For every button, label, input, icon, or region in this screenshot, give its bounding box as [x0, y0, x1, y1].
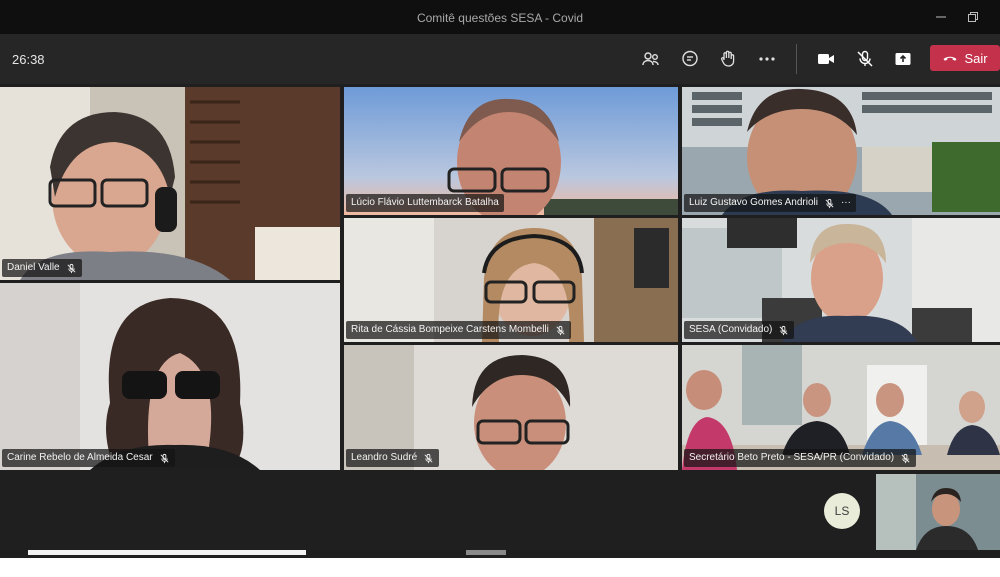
meeting-timer: 26:38 [12, 52, 45, 67]
mic-muted-icon [779, 325, 788, 335]
leave-label: Sair [964, 50, 988, 66]
meeting-toolbar: 26:38 [0, 34, 1000, 84]
participant-label: Leandro Sudré [346, 449, 440, 467]
participant-name: Secretário Beto Preto - SESA/PR (Convida… [689, 452, 895, 463]
raise-hand-icon[interactable] [714, 46, 742, 72]
leave-button[interactable]: Sair [930, 45, 1000, 71]
participant-name: Rita de Cássia Bompeixe Carstens Mombell… [351, 324, 549, 335]
participant-label: SESA (Convidado) [684, 321, 795, 339]
video-feed [0, 87, 340, 280]
mic-muted-icon [556, 325, 565, 335]
meeting-window: Comitê questões SESA - Covid 26:38 Sair … [0, 0, 1000, 558]
title-bar: Comitê questões SESA - Covid [0, 0, 1000, 34]
avatar[interactable]: LS [824, 493, 860, 529]
tile-more-icon[interactable]: ··· [841, 194, 851, 212]
participant-label: Secretário Beto Preto - SESA/PR (Convida… [684, 449, 917, 467]
mic-muted-icon [160, 453, 169, 463]
participant-name: Carine Rebelo de Almeida Cesar [7, 452, 153, 463]
participant-name: Leandro Sudré [351, 452, 418, 463]
video-tile[interactable]: Secretário Beto Preto - SESA/PR (Convida… [682, 345, 1000, 470]
video-tile[interactable]: Daniel Valle [0, 87, 340, 280]
participant-name: SESA (Convidado) [689, 324, 773, 335]
toolbar-divider [796, 44, 797, 74]
scrollbar-thumb[interactable] [466, 550, 506, 555]
more-icon[interactable] [753, 46, 781, 72]
video-tile[interactable]: Lúcio Flávio Luttembarck Batalha [344, 87, 678, 215]
mic-muted-icon [901, 453, 910, 463]
share-icon[interactable] [889, 46, 917, 72]
minimize-icon[interactable] [928, 8, 954, 28]
video-tile[interactable]: Luiz Gustavo Gomes Andrioli ··· [682, 87, 1000, 215]
mic-muted-icon [825, 198, 834, 208]
participant-label: Rita de Cássia Bompeixe Carstens Mombell… [346, 321, 571, 339]
mic-muted-icon [67, 263, 76, 273]
camera-icon[interactable] [812, 46, 840, 72]
restore-icon[interactable] [960, 8, 986, 28]
horizontal-scrollbar[interactable] [28, 550, 306, 555]
participant-name: Lúcio Flávio Luttembarck Batalha [351, 197, 499, 208]
video-grid: Daniel Valle Lúcio Flávio Luttembarck Ba… [0, 84, 1000, 474]
self-view-video[interactable] [876, 474, 1000, 550]
video-tile[interactable]: Leandro Sudré [344, 345, 678, 470]
people-icon[interactable] [637, 46, 665, 72]
video-tile[interactable]: SESA (Convidado) [682, 218, 1000, 342]
mic-off-icon[interactable] [851, 46, 879, 72]
participant-label: Luiz Gustavo Gomes Andrioli ··· [684, 194, 856, 212]
video-tile[interactable]: Rita de Cássia Bompeixe Carstens Mombell… [344, 218, 678, 342]
self-video-feed [876, 474, 1000, 550]
video-tile[interactable]: Carine Rebelo de Almeida Cesar [0, 283, 340, 470]
mic-muted-icon [424, 453, 433, 463]
participant-label: Daniel Valle [2, 259, 82, 277]
participant-name: Luiz Gustavo Gomes Andrioli [689, 197, 818, 208]
participant-label: Carine Rebelo de Almeida Cesar [2, 449, 175, 467]
participant-name: Daniel Valle [7, 262, 60, 273]
participant-label: Lúcio Flávio Luttembarck Batalha [346, 194, 504, 212]
hang-up-icon [943, 56, 957, 61]
window-title: Comitê questões SESA - Covid [416, 11, 584, 25]
video-feed [0, 283, 340, 470]
chat-icon[interactable] [676, 46, 704, 72]
